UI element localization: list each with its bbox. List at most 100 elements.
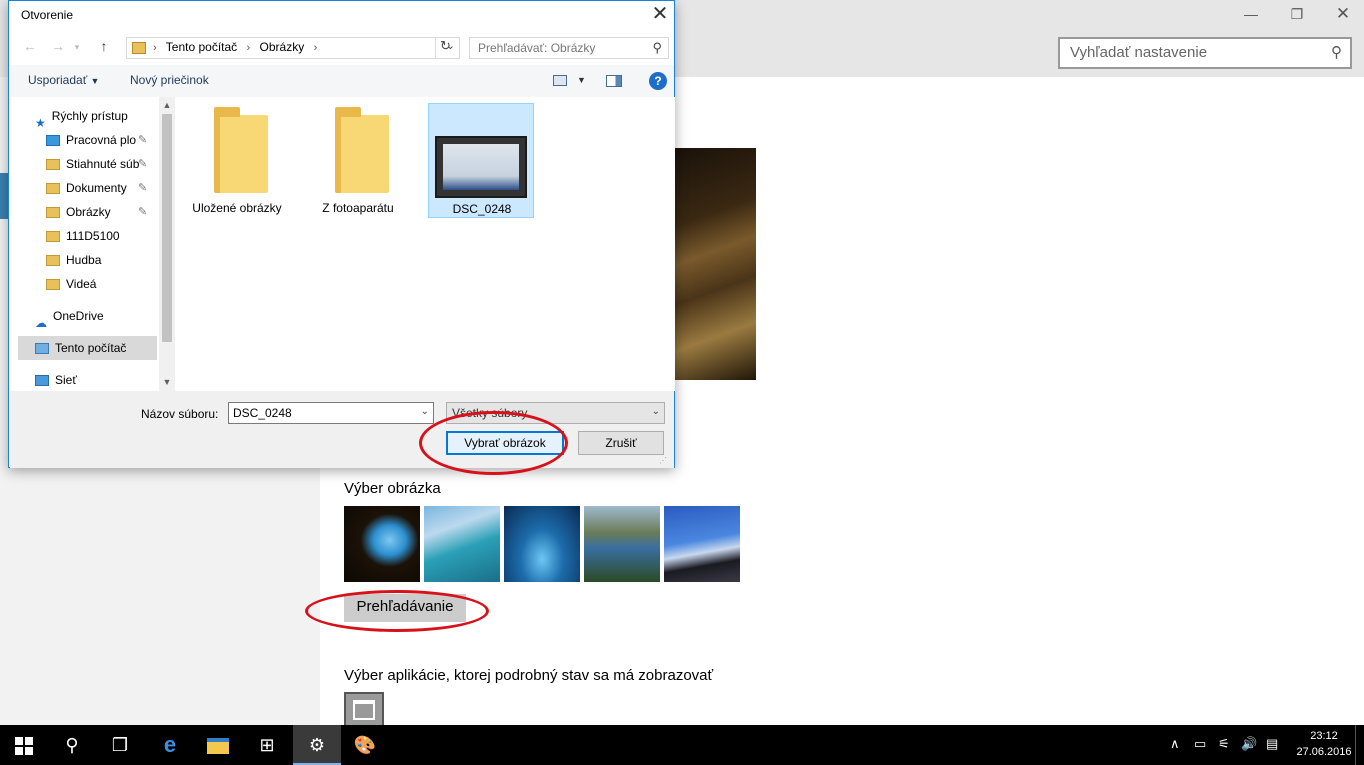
scroll-down-icon[interactable]: ▼: [159, 377, 175, 387]
close-button[interactable]: ✕: [1320, 0, 1364, 30]
up-arrow-icon[interactable]: ↑: [93, 38, 115, 58]
open-button-highlight-annotation: [419, 411, 568, 475]
breadcrumb-pictures[interactable]: Obrázky: [260, 40, 305, 54]
cloud-icon: ☁: [35, 316, 47, 331]
dialog-close-button[interactable]: ✕: [645, 1, 675, 29]
organize-label: Usporiadať: [28, 73, 88, 87]
downloads-folder-icon: [46, 159, 60, 171]
picture-thumbnail-4[interactable]: [584, 506, 660, 582]
picture-thumbnail-1[interactable]: [344, 506, 420, 582]
image-thumbnail-icon: [435, 136, 527, 198]
nav-item-downloads[interactable]: Stiahnuté súb ✎: [46, 152, 159, 176]
nav-item-pictures[interactable]: Obrázky ✎: [46, 200, 159, 224]
nav-item-desktop[interactable]: Pracovná plo ✎: [46, 128, 159, 152]
file-name: Z fotoaparátu: [322, 201, 394, 215]
picture-section-title: Výber obrázka: [344, 480, 441, 497]
view-options-icon[interactable]: [553, 75, 567, 86]
scroll-up-icon[interactable]: ▲: [159, 100, 175, 110]
view-chevron-down-icon[interactable]: ▼: [577, 75, 586, 85]
picture-thumbnail-2[interactable]: [424, 506, 500, 582]
nav-item-label: Rýchly prístup: [51, 109, 128, 123]
file-item[interactable]: Uložené obrázky: [184, 103, 290, 218]
restore-button[interactable]: ❐: [1274, 0, 1320, 30]
settings-gear-icon[interactable]: ⚙: [293, 725, 341, 765]
cancel-button[interactable]: Zrušiť: [578, 431, 664, 455]
recent-locations-chevron-icon[interactable]: ▾: [71, 42, 83, 62]
pictures-folder-icon: [132, 42, 146, 54]
nav-item-this-pc[interactable]: Tento počítač: [35, 336, 159, 360]
file-explorer-icon[interactable]: [194, 725, 242, 765]
picture-thumbnail-3[interactable]: [504, 506, 580, 582]
breadcrumb-this-pc[interactable]: Tento počítač: [166, 40, 237, 54]
keyboard-icon[interactable]: ▤: [1266, 736, 1278, 752]
nav-item-label: Pracovná plo: [66, 133, 137, 147]
nav-item-label: Tento počítač: [55, 341, 127, 355]
preview-pane-icon[interactable]: [606, 75, 622, 87]
resize-grip-icon[interactable]: ⋰: [659, 456, 667, 465]
picture-thumbnail-5[interactable]: [664, 506, 740, 582]
filename-value: DSC_0248: [233, 406, 292, 420]
file-item[interactable]: Z fotoaparátu: [305, 103, 411, 218]
nav-item-onedrive[interactable]: ☁ OneDrive: [35, 304, 159, 331]
nav-item-music[interactable]: Hudba: [46, 248, 159, 272]
calendar-icon[interactable]: [344, 692, 384, 725]
store-icon[interactable]: ⊞: [243, 725, 291, 765]
paint-icon[interactable]: 🎨: [341, 725, 389, 765]
search-icon[interactable]: ⚲: [48, 725, 96, 765]
dialog-search-input[interactable]: Prehľadávať: Obrázky ⚲: [469, 37, 669, 59]
documents-folder-icon: [46, 183, 60, 195]
back-arrow-icon[interactable]: ←: [19, 38, 41, 58]
refresh-icon[interactable]: ↻: [435, 38, 455, 58]
breadcrumb-chevron-icon: ›: [246, 42, 251, 54]
address-bar[interactable]: › Tento počítač › Obrázky › ⌄: [126, 37, 460, 59]
minimize-button[interactable]: —: [1228, 0, 1274, 30]
open-file-dialog: Otvorenie ✕ ← → ▾ ↑ › Tento počítač › Ob…: [8, 0, 675, 475]
command-bar: [10, 65, 674, 97]
task-view-icon[interactable]: ❐: [96, 725, 144, 765]
chevron-down-icon: ⌄: [651, 406, 660, 417]
nav-item-network[interactable]: Sieť: [35, 368, 159, 391]
show-hidden-icons-chevron-icon[interactable]: ∧: [1170, 736, 1180, 752]
settings-search-input[interactable]: Vyhľadať nastavenie ⚲: [1058, 37, 1352, 69]
nav-item-label: Dokumenty: [66, 181, 127, 195]
file-item-selected[interactable]: DSC_0248: [428, 103, 534, 218]
show-desktop-button[interactable]: [1355, 725, 1361, 765]
nav-item-label: 111D5100: [66, 229, 120, 243]
nav-scrollbar-thumb[interactable]: [162, 114, 172, 342]
browse-highlight-annotation: [305, 590, 489, 632]
videos-folder-icon: [46, 279, 60, 291]
help-icon[interactable]: ?: [649, 72, 667, 90]
edge-browser-icon[interactable]: e: [146, 725, 194, 765]
lockscreen-preview-image: [674, 148, 756, 380]
wifi-icon[interactable]: ⚟: [1218, 736, 1230, 752]
computer-icon: [35, 343, 49, 355]
nav-item-videos[interactable]: Videá: [46, 272, 159, 296]
folder-icon: [335, 107, 389, 193]
nav-item-label: Hudba: [66, 253, 102, 267]
search-icon: ⚲: [1331, 44, 1342, 61]
nav-item-111d5100[interactable]: 111D5100: [46, 224, 159, 248]
pin-icon: ✎: [138, 206, 148, 218]
breadcrumb-chevron-icon: ›: [313, 42, 318, 54]
folder-icon: [214, 107, 268, 193]
clock-date: 27.06.2016: [1296, 746, 1352, 758]
breadcrumb-chevron-icon: ›: [153, 42, 157, 54]
dialog-title: Otvorenie: [21, 8, 74, 22]
start-windows-icon[interactable]: [0, 725, 48, 765]
new-folder-button[interactable]: Nový priečinok: [130, 73, 209, 87]
battery-icon[interactable]: ▭: [1194, 736, 1206, 752]
navigation-pane: ★Rýchly prístup Pracovná plo ✎ Stiahnuté …: [10, 97, 159, 391]
nav-selection-indicator: [0, 173, 8, 219]
pin-icon: ✎: [138, 134, 148, 146]
chevron-down-icon[interactable]: ⌄: [421, 406, 429, 417]
nav-item-label: Obrázky: [66, 205, 111, 219]
taskbar-clock[interactable]: 23:12 27.06.2016: [1296, 728, 1352, 760]
forward-arrow-icon[interactable]: →: [47, 38, 69, 58]
pin-icon: ✎: [138, 158, 148, 170]
nav-item-quick-access[interactable]: ★ Rýchly prístup: [35, 104, 159, 130]
nav-item-documents[interactable]: Dokumenty ✎: [46, 176, 159, 200]
settings-search-placeholder: Vyhľadať nastavenie: [1070, 44, 1208, 61]
volume-icon[interactable]: 🔊: [1241, 736, 1257, 752]
organize-button[interactable]: Usporiadať ▼: [28, 73, 99, 87]
filename-input[interactable]: DSC_0248 ⌄: [228, 402, 434, 424]
